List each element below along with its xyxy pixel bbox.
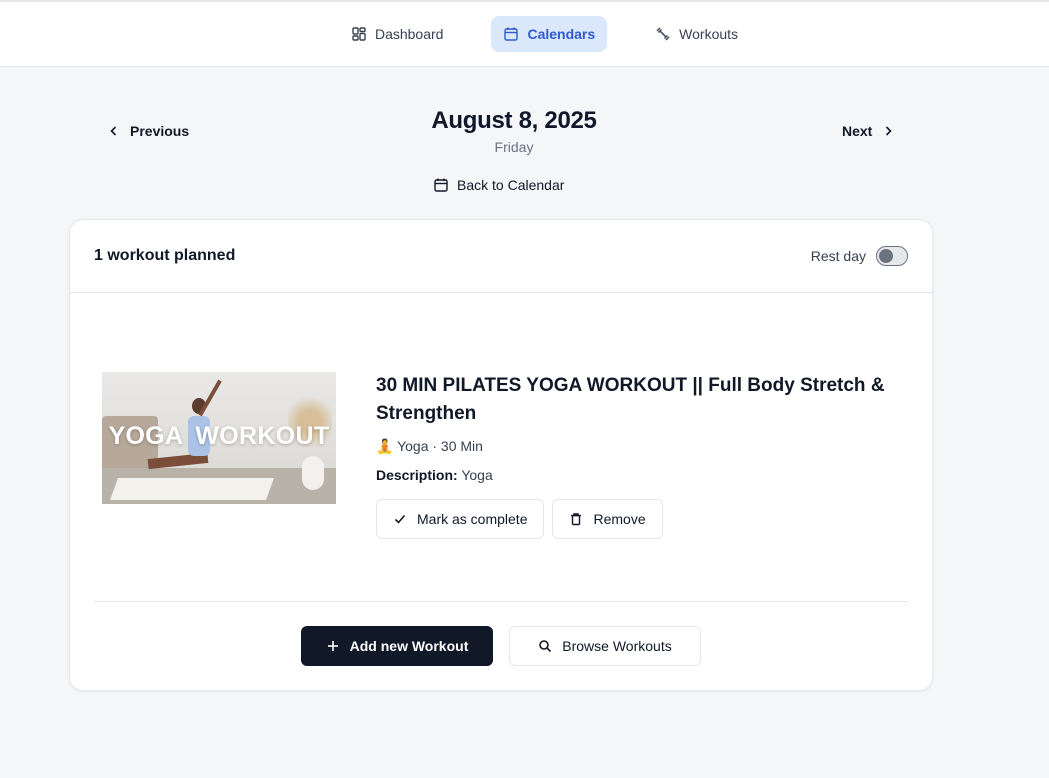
nav-calendars-label: Calendars (527, 26, 596, 42)
yoga-icon: 🧘 (376, 438, 394, 454)
card-header: 1 workout planned Rest day (70, 220, 932, 293)
workout-title[interactable]: 30 MIN PILATES YOGA WORKOUT || Full Body… (376, 372, 896, 428)
search-icon (539, 640, 552, 653)
remove-button[interactable]: Remove (552, 499, 663, 539)
next-label: Next (842, 123, 873, 139)
calendar-icon (504, 27, 519, 41)
workout-item: YOGA WORKOUT 30 MIN PILATES YOGA WORKOUT … (102, 372, 902, 552)
nav-dashboard[interactable]: Dashboard (339, 16, 456, 52)
remove-label: Remove (593, 511, 646, 527)
rest-day-label: Rest day (810, 248, 866, 264)
date-navigation: Previous August 8, 2025 Friday Next Back… (0, 67, 1049, 197)
chevron-right-icon (886, 126, 892, 136)
toggle-knob (879, 249, 893, 263)
rest-day-control: Rest day (811, 246, 908, 266)
dumbbell-icon (656, 27, 670, 41)
weekday-label: Friday (494, 139, 534, 155)
browse-workouts-button[interactable]: Browse Workouts (509, 626, 701, 666)
workout-meta: 🧘 Yoga · 30 Min (376, 438, 896, 455)
nav-workouts-label: Workouts (679, 26, 739, 42)
dashboard-icon (352, 27, 366, 41)
trash-icon (571, 513, 582, 526)
section-divider (94, 601, 908, 602)
back-to-calendar-label: Back to Calendar (457, 177, 565, 193)
nav-calendars[interactable]: Calendars (491, 16, 608, 52)
thumbnail-caption: YOGA WORKOUT (108, 422, 330, 450)
rest-day-toggle[interactable] (876, 246, 908, 266)
workout-info: 30 MIN PILATES YOGA WORKOUT || Full Body… (376, 372, 896, 539)
browse-workouts-label: Browse Workouts (562, 638, 672, 654)
mark-complete-label: Mark as complete (417, 511, 528, 527)
card-footer-actions: Add new Workout Browse Workouts (70, 626, 932, 666)
description-value: Yoga (461, 467, 493, 483)
mark-complete-button[interactable]: Mark as complete (376, 499, 545, 539)
back-to-calendar-button[interactable]: Back to Calendar (433, 177, 564, 193)
check-icon (394, 514, 406, 524)
add-workout-label: Add new Workout (349, 638, 469, 654)
workout-actions: Mark as complete Remove (376, 499, 896, 539)
plus-icon (327, 641, 338, 651)
top-nav: Dashboard Calendars Workouts (0, 2, 1049, 67)
day-card: 1 workout planned Rest day YOGA WORKOUT 3… (69, 219, 933, 691)
workout-thumbnail[interactable]: YOGA WORKOUT (102, 372, 336, 504)
nav-dashboard-label: Dashboard (374, 26, 444, 42)
workout-count: 1 workout planned (94, 247, 236, 264)
workout-meta-text: Yoga · 30 Min (397, 438, 483, 454)
calendar-icon (434, 178, 448, 192)
add-workout-button[interactable]: Add new Workout (301, 626, 493, 666)
nav-workouts[interactable]: Workouts (643, 16, 750, 52)
workout-description: Description: Yoga (376, 467, 896, 483)
description-label: Description: (376, 467, 458, 483)
next-day-button[interactable]: Next (842, 123, 894, 139)
